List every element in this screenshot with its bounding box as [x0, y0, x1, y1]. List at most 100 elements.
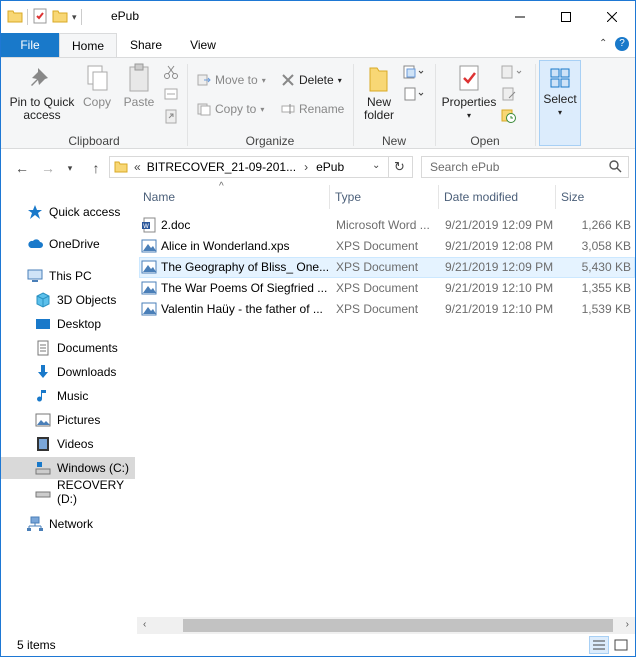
- copy-to-button[interactable]: Copy to ▾: [197, 99, 264, 119]
- nav-item-recovery-d[interactable]: RECOVERY (D:): [1, 478, 135, 506]
- breadcrumb-separator[interactable]: ›: [304, 160, 308, 174]
- edit-icon[interactable]: [501, 86, 517, 105]
- drive-icon: [35, 460, 51, 476]
- column-header-type[interactable]: Type: [329, 185, 438, 209]
- file-date: 9/21/2019 12:09 PM: [445, 218, 554, 232]
- easy-access-icon[interactable]: [403, 86, 425, 105]
- copy-path-icon[interactable]: [163, 86, 179, 105]
- paste-button[interactable]: Paste: [119, 62, 159, 109]
- breadcrumb-epub[interactable]: ePub: [316, 160, 344, 174]
- address-dropdown-icon[interactable]: ⌄: [372, 160, 380, 171]
- move-to-button[interactable]: Move to ▾: [197, 70, 266, 90]
- address-bar[interactable]: « BITRECOVER_21-09-201... › ePub ⌄ ↻: [109, 156, 413, 178]
- select-all-icon: [550, 68, 570, 88]
- item-count: 5 items: [17, 638, 56, 652]
- nav-item-windows-c[interactable]: Windows (C:): [1, 457, 135, 479]
- nav-item-this-pc[interactable]: This PC: [1, 265, 135, 287]
- xps-document-icon: [141, 238, 157, 257]
- copy-button[interactable]: Copy: [79, 62, 115, 109]
- qat-customize-icon[interactable]: ▾: [72, 12, 77, 23]
- scrollbar-thumb[interactable]: [183, 619, 613, 632]
- quick-access-toolbar: ▾: [7, 7, 82, 27]
- table-row[interactable]: Alice in Wonderland.xps XPS Document 9/2…: [139, 236, 635, 257]
- select-label: Select: [543, 92, 577, 106]
- column-header-size[interactable]: Size: [555, 185, 635, 209]
- table-row[interactable]: The War Poems Of Siegfried ... XPS Docum…: [139, 278, 635, 299]
- folder-icon: [7, 8, 23, 27]
- ribbon-collapse-icon[interactable]: ⌃: [599, 38, 607, 49]
- nav-item-music[interactable]: Music: [1, 385, 135, 407]
- chevron-down-icon: ▾: [261, 75, 266, 85]
- nav-item-quick-access[interactable]: Quick access: [1, 201, 135, 223]
- copy-to-icon: [197, 103, 211, 116]
- nav-label: 3D Objects: [57, 293, 117, 307]
- nav-item-desktop[interactable]: Desktop: [1, 313, 135, 335]
- svg-text:W: W: [143, 223, 149, 230]
- tab-view[interactable]: View: [177, 33, 229, 57]
- delete-icon: [282, 74, 294, 86]
- scroll-left-icon[interactable]: ‹: [143, 619, 146, 630]
- network-icon: [27, 516, 43, 532]
- properties-qat-icon[interactable]: [32, 8, 48, 27]
- breadcrumb-bitrecover[interactable]: BITRECOVER_21-09-201...: [147, 160, 296, 174]
- refresh-icon[interactable]: ↻: [394, 159, 405, 175]
- horizontal-scrollbar[interactable]: ‹ ›: [137, 617, 635, 634]
- close-icon: [607, 12, 617, 22]
- open-icon[interactable]: [501, 64, 523, 83]
- nav-item-network[interactable]: Network: [1, 513, 135, 535]
- table-row[interactable]: W 2.doc Microsoft Word ... 9/21/2019 12:…: [139, 215, 635, 236]
- pin-to-quick-access-button[interactable]: Pin to Quick access: [7, 62, 77, 122]
- nav-label: OneDrive: [49, 237, 100, 251]
- properties-button[interactable]: Properties ▾: [441, 62, 497, 122]
- new-group-label: New: [381, 134, 406, 148]
- select-button[interactable]: Select ▾: [539, 60, 581, 146]
- nav-item-documents[interactable]: Documents: [1, 337, 135, 359]
- rename-button[interactable]: Rename: [281, 99, 344, 119]
- new-folder-button[interactable]: New folder: [359, 62, 399, 122]
- help-icon[interactable]: ?: [615, 37, 629, 51]
- tab-share[interactable]: Share: [119, 33, 173, 57]
- column-header-name[interactable]: Name: [137, 185, 329, 209]
- chevron-down-icon: ▾: [337, 75, 342, 85]
- tab-home[interactable]: Home: [59, 33, 117, 58]
- delete-label: Delete: [299, 73, 334, 87]
- table-row[interactable]: Valentin Haüy - the father of ... XPS Do…: [139, 299, 635, 320]
- forward-button[interactable]: →: [37, 157, 59, 179]
- nav-label: Network: [49, 517, 94, 531]
- close-button[interactable]: [589, 1, 635, 33]
- back-button[interactable]: ←: [11, 157, 33, 179]
- scroll-right-icon[interactable]: ›: [626, 619, 629, 630]
- history-icon[interactable]: [501, 108, 517, 127]
- table-row[interactable]: The Geography of Bliss_ One... XPS Docum…: [139, 257, 635, 278]
- copy-label: Copy: [82, 95, 111, 109]
- nav-label: Pictures: [57, 413, 101, 427]
- delete-button[interactable]: Delete ▾: [281, 70, 342, 90]
- column-header-date[interactable]: Date modified: [438, 185, 555, 209]
- xps-document-icon: [141, 280, 157, 299]
- nav-item-downloads[interactable]: Downloads: [1, 361, 135, 383]
- nav-item-3d-objects[interactable]: 3D Objects: [1, 289, 135, 311]
- large-icons-view-button[interactable]: [611, 636, 631, 654]
- details-view-button[interactable]: [589, 636, 609, 654]
- cut-icon[interactable]: [163, 64, 179, 83]
- new-folder-qat-icon[interactable]: [52, 8, 68, 27]
- maximize-button[interactable]: [543, 1, 589, 33]
- search-input[interactable]: Search ePub: [421, 156, 629, 178]
- nav-item-pictures[interactable]: Pictures: [1, 409, 135, 431]
- up-button[interactable]: ↑: [85, 157, 107, 179]
- videos-icon: [35, 436, 51, 452]
- nav-item-videos[interactable]: Videos: [1, 433, 135, 455]
- nav-item-onedrive[interactable]: OneDrive: [1, 233, 135, 255]
- tab-file[interactable]: File: [1, 33, 59, 57]
- recent-locations-button[interactable]: ▾: [59, 157, 81, 179]
- ribbon-tabs: File Home Share View ⌃ ?: [1, 33, 635, 58]
- search-icon: [609, 160, 622, 176]
- minimize-button[interactable]: [497, 1, 543, 33]
- file-name: The Geography of Bliss_ One...: [161, 260, 329, 274]
- paste-shortcut-icon[interactable]: [163, 108, 179, 127]
- download-icon: [35, 364, 51, 380]
- nav-label: Music: [57, 389, 89, 403]
- file-type: XPS Document: [336, 239, 419, 253]
- new-item-icon[interactable]: [403, 64, 425, 83]
- breadcrumb-overflow[interactable]: «: [134, 160, 141, 174]
